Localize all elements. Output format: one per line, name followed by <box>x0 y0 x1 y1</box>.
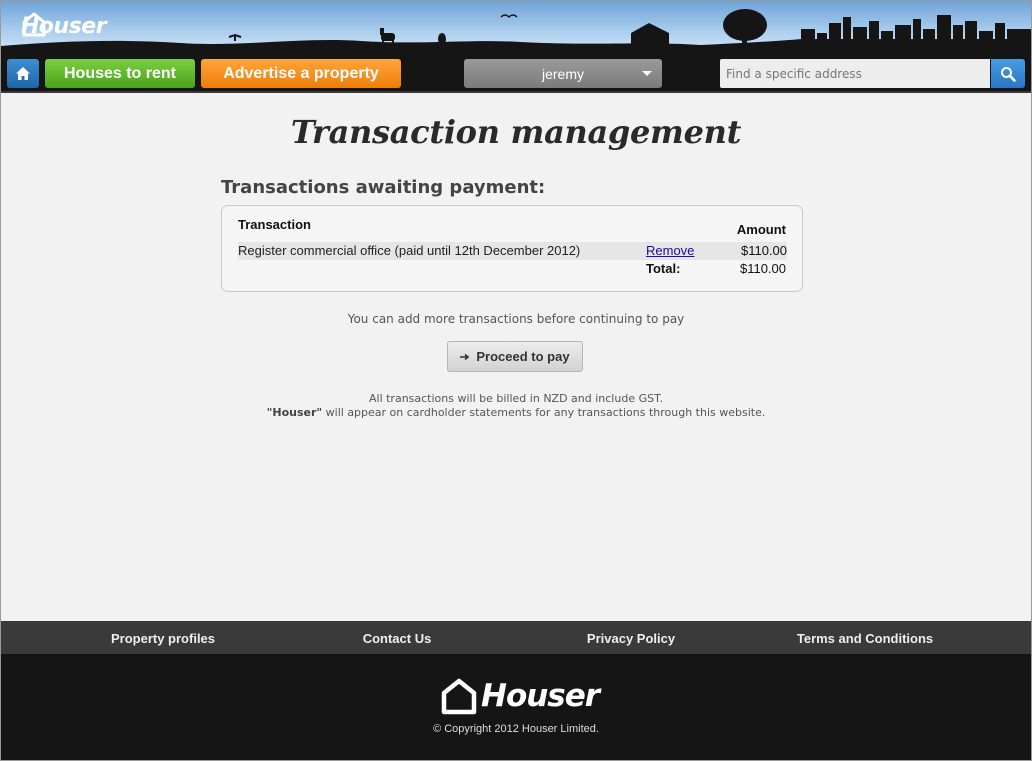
proceed-label: Proceed to pay <box>476 349 570 364</box>
footer-logo[interactable]: Houser <box>439 676 600 716</box>
transaction-description: Register commercial office (paid until 1… <box>238 243 581 258</box>
navbar: Houses to rent Advertise a property jere… <box>1 53 1031 93</box>
add-transactions-note: You can add more transactions before con… <box>347 312 685 326</box>
copyright-text: © Copyright 2012 Houser Limited. <box>433 723 599 735</box>
billing-currency-note: All transactions will be billed in NZD a… <box>368 392 664 405</box>
home-icon <box>16 67 30 80</box>
statement-note: "Houser" will appear on cardholder state… <box>1 406 1031 420</box>
user-menu-dropdown[interactable]: jeremy <box>464 59 662 88</box>
house-outline-icon <box>441 678 477 715</box>
house-outline-icon <box>22 12 46 37</box>
remove-transaction-link[interactable]: Remove <box>646 243 694 258</box>
houses-to-rent-button[interactable]: Houses to rent <box>45 59 195 88</box>
footer-link-contact-us[interactable]: Contact Us <box>280 631 514 646</box>
user-name: jeremy <box>541 65 584 82</box>
proceed-to-pay-button[interactable]: Proceed to pay <box>447 341 583 372</box>
search-button[interactable] <box>991 59 1025 88</box>
advertise-property-button[interactable]: Advertise a property <box>201 59 401 88</box>
footer-bottom: Houser © Copyright 2012 Houser Limited. <box>1 654 1031 760</box>
transactions-table: Transaction Amount Register commercial o… <box>221 205 803 292</box>
chevron-down-icon <box>642 71 652 76</box>
search-icon <box>1001 66 1016 82</box>
column-header-amount: Amount <box>736 222 786 237</box>
transaction-amount: $110.00 <box>740 243 787 258</box>
total-label: Total: <box>646 261 681 276</box>
billing-note: All transactions will be billed in NZD a… <box>1 392 1031 420</box>
footer-link-terms[interactable]: Terms and Conditions <box>748 631 982 646</box>
page-title: Transaction management <box>290 113 742 151</box>
section-title: Transactions awaiting payment: <box>221 177 546 198</box>
header-banner: Houser <box>1 1 1031 53</box>
table-row: Register commercial office (paid until 1… <box>238 242 787 260</box>
footer-brand-name: Houser <box>481 678 600 714</box>
footer-links: Property profiles Contact Us Privacy Pol… <box>1 621 1031 654</box>
statement-text: will appear on cardholder statements for… <box>325 406 766 419</box>
app-window: Houser Houses to rent Advertise a proper… <box>0 0 1032 761</box>
address-search-input[interactable] <box>720 59 990 88</box>
footer-link-property-profiles[interactable]: Property profiles <box>46 631 280 646</box>
home-button[interactable] <box>7 59 39 88</box>
footer-link-privacy-policy[interactable]: Privacy Policy <box>514 631 748 646</box>
total-value: $110.00 <box>739 261 786 276</box>
arrow-right-icon <box>460 353 470 360</box>
column-header-transaction: Transaction <box>238 217 311 232</box>
landscape-silhouette <box>1 9 1031 53</box>
statement-brand: "Houser" <box>266 406 323 419</box>
brand-logo[interactable]: Houser <box>21 11 107 41</box>
